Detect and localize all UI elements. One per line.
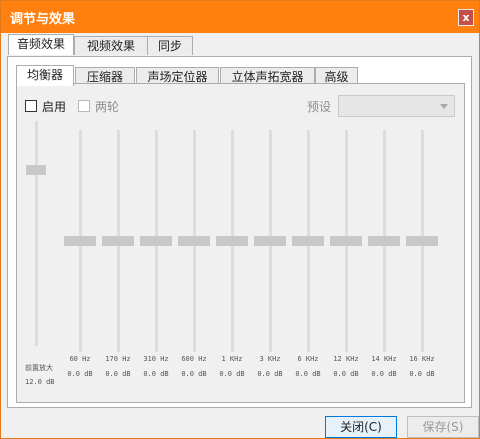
eq-band-frequency: 60 Hz — [69, 355, 91, 363]
eq-band-thumb[interactable] — [368, 236, 400, 246]
eq-band-frequency: 6 KHz — [297, 355, 319, 363]
eq-band-thumb[interactable] — [64, 236, 96, 246]
title-bar[interactable]: 调节与效果 x — [1, 1, 479, 33]
two-pass-checkbox[interactable] — [78, 100, 90, 112]
eq-band-frequency: 1 KHz — [221, 355, 243, 363]
preamp-slider-track[interactable] — [35, 121, 38, 346]
eq-band-value: 0.0 dB — [371, 370, 397, 378]
eq-band-thumb[interactable] — [102, 236, 134, 246]
preamp-label: 前置放大 — [25, 364, 53, 372]
chevron-down-icon — [440, 104, 448, 109]
two-pass-label: 两轮 — [95, 100, 120, 114]
eq-band-frequency: 14 KHz — [371, 355, 397, 363]
eq-band-frequency: 12 KHz — [333, 355, 359, 363]
eq-band-thumb[interactable] — [292, 236, 324, 246]
eq-band-thumb[interactable] — [140, 236, 172, 246]
tab-equalizer[interactable]: 均衡器 — [16, 65, 74, 86]
eq-band-value: 0.0 dB — [333, 370, 359, 378]
eq-band-thumb[interactable] — [216, 236, 248, 246]
eq-band-value: 0.0 dB — [105, 370, 131, 378]
enable-label: 启用 — [42, 100, 67, 114]
preset-label: 预设 — [307, 100, 332, 114]
tab-sync[interactable]: 同步 — [147, 36, 193, 55]
eq-band-value: 0.0 dB — [257, 370, 283, 378]
eq-band-value: 0.0 dB — [67, 370, 93, 378]
tab-video-effects[interactable]: 视频效果 — [74, 36, 148, 55]
eq-band-thumb[interactable] — [254, 236, 286, 246]
save-button[interactable]: 保存(S) — [407, 416, 479, 438]
eq-band-value: 0.0 dB — [181, 370, 207, 378]
eq-band-frequency: 310 Hz — [143, 355, 169, 363]
enable-checkbox[interactable] — [25, 100, 37, 112]
close-button[interactable]: 关闭(C) — [325, 416, 397, 438]
eq-band-frequency: 16 KHz — [409, 355, 435, 363]
eq-band-value: 0.0 dB — [295, 370, 321, 378]
dialog-window: 调节与效果 x 音频效果 视频效果 同步 均衡器 压缩器 声场定位器 立体声拓宽… — [0, 0, 480, 439]
eq-band-thumb[interactable] — [330, 236, 362, 246]
close-icon[interactable]: x — [458, 9, 474, 26]
window-title: 调节与效果 — [10, 12, 76, 27]
eq-band-thumb[interactable] — [178, 236, 210, 246]
tab-audio-effects[interactable]: 音频效果 — [8, 34, 74, 55]
eq-band-value: 0.0 dB — [409, 370, 435, 378]
eq-band-value: 0.0 dB — [143, 370, 169, 378]
equalizer-panel: 启用 两轮 预设 前置放大 12.0 dB 60 Hz 0.0 dB 170 Hz 0.0… — [16, 83, 465, 403]
preamp-slider-thumb[interactable] — [26, 165, 46, 175]
eq-band-frequency: 170 Hz — [105, 355, 131, 363]
eq-band-value: 0.0 dB — [219, 370, 245, 378]
eq-band-frequency: 3 KHz — [259, 355, 281, 363]
audio-effects-panel: 均衡器 压缩器 声场定位器 立体声拓宽器 高级 启用 两轮 预设 前置放大 12.… — [7, 56, 472, 408]
eq-band-frequency: 600 Hz — [181, 355, 207, 363]
preamp-value: 12.0 dB — [25, 378, 55, 386]
preset-dropdown[interactable] — [338, 95, 455, 117]
eq-band-thumb[interactable] — [406, 236, 438, 246]
